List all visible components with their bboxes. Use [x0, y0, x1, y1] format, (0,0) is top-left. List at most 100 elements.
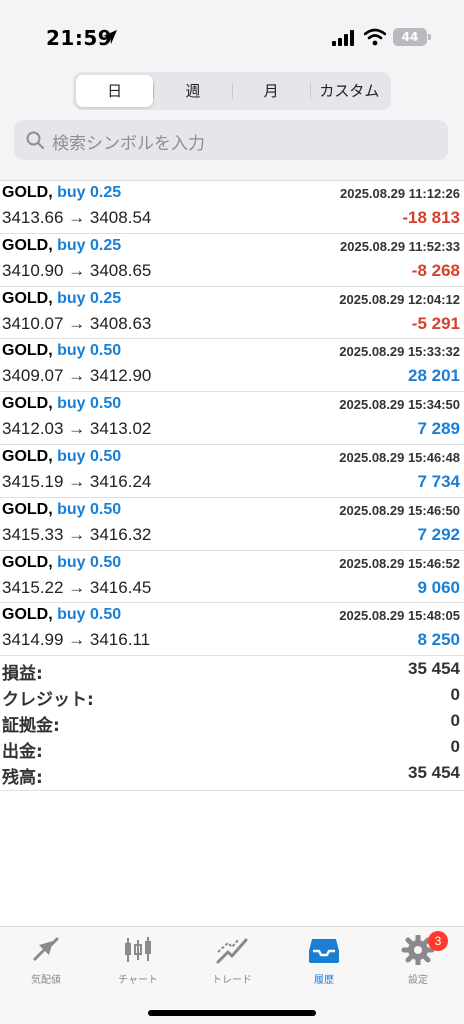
- deal-row[interactable]: GOLD, buy 0.50 2025.08.29 15:46:48 3415.…: [0, 445, 464, 498]
- deal-prices: 3410.90 → 3408.65: [2, 260, 152, 280]
- deal-row[interactable]: GOLD, buy 0.25 2025.08.29 11:52:33 3410.…: [0, 234, 464, 287]
- deal-time: 2025.08.29 15:46:50: [339, 502, 460, 518]
- segment-month[interactable]: 月: [233, 75, 310, 107]
- deal-row[interactable]: GOLD, buy 0.50 2025.08.29 15:34:50 3412.…: [0, 392, 464, 445]
- trade-icon: [216, 938, 248, 964]
- summary-row-profit: 損益: 35 454: [0, 656, 464, 684]
- symbol-search-input[interactable]: 検索シンボルを入力: [14, 120, 448, 160]
- deal-direction: buy 0.25: [57, 184, 122, 201]
- deal-time: 2025.08.29 15:46:48: [339, 449, 460, 465]
- deal-profit: 7 292: [417, 524, 460, 544]
- summary-label: 出金:: [2, 742, 43, 762]
- summary-label: 残高:: [2, 768, 43, 788]
- deal-profit: 9 060: [417, 577, 460, 597]
- deal-profit: -18 813: [402, 208, 460, 227]
- chart-icon: [125, 937, 151, 962]
- deal-profit: -8 268: [411, 260, 460, 280]
- tab-settings[interactable]: 3 設定: [372, 931, 464, 995]
- deal-profit: -5 291: [411, 313, 460, 333]
- history-icon: [309, 939, 339, 963]
- deal-profit: 28 201: [408, 366, 460, 386]
- deal-profit: 8 250: [417, 630, 460, 650]
- deal-prices: 3415.22 → 3416.45: [2, 577, 152, 597]
- segment-week[interactable]: 週: [154, 75, 231, 107]
- deal-direction: buy 0.50: [57, 553, 122, 571]
- deal-direction: buy 0.50: [57, 342, 122, 360]
- deal-symbol: GOLD, buy 0.25: [2, 289, 122, 307]
- deal-time: 2025.08.29 11:52:33: [340, 238, 460, 254]
- tab-label: チャート: [118, 975, 158, 986]
- cellular-signal-icon: [332, 30, 354, 46]
- summary-label: 損益:: [2, 664, 43, 684]
- tab-label: トレード: [212, 975, 252, 986]
- deal-profit: 7 289: [417, 419, 460, 439]
- deal-prices: 3412.03 → 3413.02: [2, 419, 152, 439]
- deal-time: 2025.08.29 15:46:52: [339, 555, 460, 571]
- tab-chart[interactable]: チャート: [92, 935, 184, 995]
- deal-time: 2025.08.29 15:48:05: [339, 608, 460, 624]
- tab-label: 履歴: [314, 975, 334, 986]
- deal-row[interactable]: GOLD, buy 0.50 2025.08.29 15:33:32 3409.…: [0, 339, 464, 393]
- status-bar: 21:59 44: [0, 0, 464, 70]
- deal-direction: buy 0.25: [57, 236, 122, 254]
- summary-row-credit: クレジット: 0: [0, 682, 464, 710]
- deal-prices: 3415.33 → 3416.32: [2, 524, 152, 544]
- home-indicator: [148, 1010, 316, 1016]
- summary-label: 証拠金:: [2, 716, 60, 736]
- period-segmented-control: 日 週 月 カスタム: [73, 72, 391, 110]
- deal-row[interactable]: GOLD, buy 0.50 2025.08.29 15:48:05 3414.…: [0, 603, 464, 657]
- tab-history[interactable]: 履歴: [278, 935, 370, 995]
- summary-row-deposit: 証拠金: 0: [0, 708, 464, 736]
- summary-value: 0: [450, 685, 460, 704]
- battery-icon: 44: [393, 28, 427, 46]
- summary-row-withdrawal: 出金: 0: [0, 734, 464, 762]
- deal-symbol: GOLD, buy 0.50: [2, 395, 122, 413]
- summary-value: 0: [450, 737, 460, 756]
- summary-value: 0: [450, 711, 460, 730]
- deal-time: 2025.08.29 15:34:50: [339, 397, 460, 413]
- deal-prices: 3415.19 → 3416.24: [2, 471, 152, 491]
- deal-direction: buy 0.50: [57, 395, 122, 413]
- deal-symbol: GOLD, buy 0.50: [2, 500, 122, 518]
- deal-direction: buy 0.25: [57, 289, 122, 307]
- deal-row[interactable]: GOLD, buy 0.25 2025.08.29 11:12:26 3413.…: [0, 181, 464, 234]
- deal-symbol: GOLD, buy 0.25: [2, 236, 122, 254]
- deal-row[interactable]: GOLD, buy 0.50 2025.08.29 15:46:50 3415.…: [0, 498, 464, 551]
- deal-prices: 3413.66 → 3408.54: [2, 208, 152, 227]
- tab-trade[interactable]: トレード: [186, 935, 278, 995]
- search-icon: [26, 131, 44, 149]
- battery-level: 44: [401, 30, 419, 44]
- deal-prices: 3414.99 → 3416.11: [2, 630, 151, 650]
- summary-label: クレジット:: [2, 690, 94, 710]
- tab-label: 設定: [408, 975, 428, 986]
- deal-direction: buy 0.50: [57, 606, 122, 624]
- location-arrow-icon: [103, 30, 117, 44]
- deal-symbol: GOLD, buy 0.50: [2, 553, 122, 571]
- history-header: 日 週 月 カスタム 検索シンボルを入力: [0, 70, 464, 180]
- summary-value: 35 454: [408, 763, 460, 782]
- deal-time: 2025.08.29 15:33:32: [339, 344, 460, 360]
- deal-symbol: GOLD, buy 0.50: [2, 342, 122, 360]
- tab-quotes[interactable]: 気配値: [0, 935, 92, 995]
- deals-list: GOLD, buy 0.25 2025.08.29 11:12:26 3413.…: [0, 180, 464, 657]
- deal-row[interactable]: GOLD, buy 0.25 2025.08.29 12:04:12 3410.…: [0, 287, 464, 340]
- deal-prices: 3409.07 → 3412.90: [2, 366, 152, 386]
- history-summary: 損益: 35 454 クレジット: 0 証拠金: 0 出金: 0 残高: 35 …: [0, 656, 464, 791]
- wifi-icon: [364, 28, 386, 46]
- deal-direction: buy 0.50: [57, 447, 122, 465]
- deal-prices: 3410.07 → 3408.63: [2, 313, 152, 333]
- deal-direction: buy 0.50: [57, 500, 122, 518]
- segment-custom[interactable]: カスタム: [311, 75, 388, 107]
- quotes-icon: [33, 937, 59, 961]
- summary-row-balance: 残高: 35 454: [0, 760, 464, 788]
- search-placeholder: 検索シンボルを入力: [52, 134, 205, 154]
- settings-badge: 3: [428, 931, 448, 951]
- segment-day[interactable]: 日: [76, 75, 154, 107]
- deal-symbol: GOLD, buy 0.25: [2, 184, 122, 201]
- tab-label: 気配値: [31, 975, 61, 986]
- deal-time: 2025.08.29 11:12:26: [340, 186, 460, 201]
- battery-tip: [428, 34, 431, 40]
- deal-symbol: GOLD, buy 0.50: [2, 606, 122, 624]
- deal-profit: 7 734: [417, 471, 460, 491]
- deal-row[interactable]: GOLD, buy 0.50 2025.08.29 15:46:52 3415.…: [0, 551, 464, 604]
